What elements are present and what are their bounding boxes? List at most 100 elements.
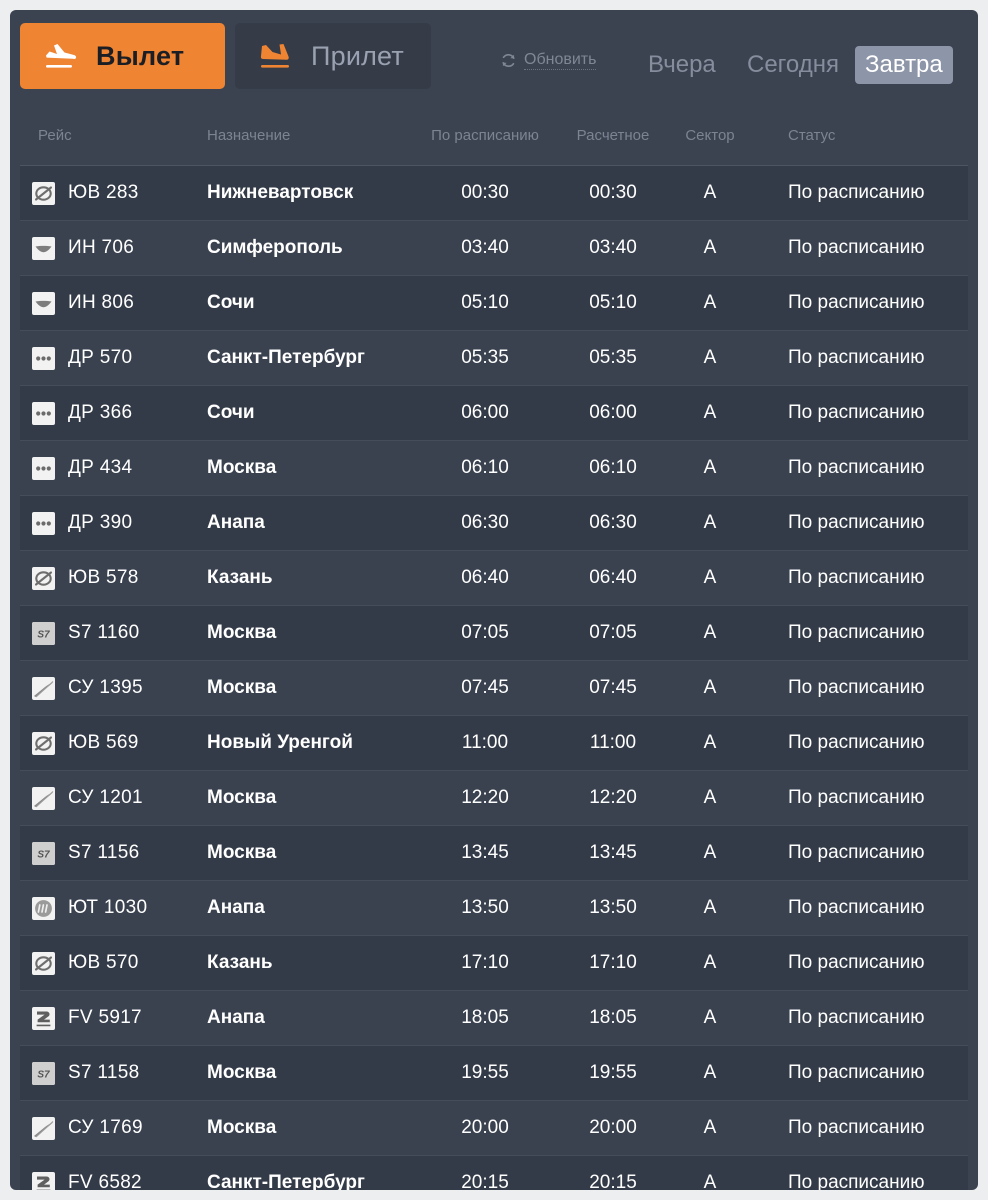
cell-scheduled-time: 03:40 (461, 237, 509, 258)
cell-destination: Москва (207, 787, 277, 808)
cell-status: По расписанию (788, 1062, 925, 1083)
cell-scheduled-time: 13:50 (461, 897, 509, 918)
cell-status: По расписанию (788, 1007, 925, 1028)
table-row[interactable]: ДР 434 Москва 06:10 06:10 A По расписанию (20, 441, 968, 496)
cell-destination: Москва (207, 677, 277, 698)
table-row[interactable]: СУ 1769 Москва 20:00 20:00 A По расписанию (20, 1101, 968, 1156)
cell-sector: A (703, 237, 717, 258)
cell-sector: A (703, 732, 717, 753)
table-row[interactable]: S7 S7 1156 Москва 13:45 13:45 A По расписанию (20, 826, 968, 881)
table-row[interactable]: S7 S7 1160 Москва 07:05 07:05 A По расписанию (20, 606, 968, 661)
cell-flight-number: СУ 1395 (68, 677, 143, 698)
cell-sector: A (703, 842, 717, 863)
table-row[interactable]: FV 5917 Анапа 18:05 18:05 A По расписанию (20, 991, 968, 1046)
utair-logo-icon (32, 897, 55, 920)
cell-estimated-time: 06:10 (589, 457, 637, 478)
rossiya-logo-icon (32, 1007, 55, 1030)
cell-flight-number: ИН 706 (68, 237, 135, 258)
cell-destination: Нижневартовск (207, 182, 354, 203)
cell-flight-number: ЮВ 578 (68, 567, 139, 588)
table-row[interactable]: ЮВ 569 Новый Уренгой 11:00 11:00 A По расписа… (20, 716, 968, 771)
cell-estimated-time: 20:15 (589, 1172, 637, 1190)
table-row[interactable]: ЮТ 1030 Анапа 13:50 13:50 A По расписанию (20, 881, 968, 936)
plane-takeoff-icon (42, 39, 80, 73)
cell-scheduled-time: 19:55 (461, 1062, 509, 1083)
table-row[interactable]: ДР 390 Анапа 06:30 06:30 A По расписанию (20, 496, 968, 551)
cell-scheduled-time: 06:30 (461, 512, 509, 533)
table-row[interactable]: ЮВ 578 Казань 06:40 06:40 A По расписанию (20, 551, 968, 606)
tab-departures[interactable]: Вылет (20, 23, 225, 89)
table-row[interactable]: ДР 570 Санкт-Петербург 05:35 05:35 A По распи… (20, 331, 968, 386)
cell-status: По расписанию (788, 897, 925, 918)
cell-sector: A (703, 1062, 717, 1083)
cell-sector: A (703, 1007, 717, 1028)
dots-logo-icon (32, 402, 55, 425)
cell-flight-number: ЮВ 570 (68, 952, 139, 973)
cell-scheduled-time: 07:45 (461, 677, 509, 698)
cell-estimated-time: 20:00 (589, 1117, 637, 1138)
table-row[interactable]: СУ 1395 Москва 07:45 07:45 A По расписанию (20, 661, 968, 716)
cell-sector: A (703, 567, 717, 588)
s7-logo-icon: S7 (32, 842, 55, 865)
cell-status: По расписанию (788, 732, 925, 753)
azimuth-logo-icon (32, 952, 55, 975)
cell-estimated-time: 17:10 (589, 952, 637, 973)
refresh-button[interactable]: Обновить (500, 51, 597, 70)
cell-scheduled-time: 20:00 (461, 1117, 509, 1138)
cell-flight-number: СУ 1769 (68, 1117, 143, 1138)
cell-flight-number: ИН 806 (68, 292, 135, 313)
cell-flight-number: ЮВ 283 (68, 182, 139, 203)
cell-flight-number: FV 5917 (68, 1007, 142, 1028)
cell-flight-number: FV 6582 (68, 1172, 142, 1190)
table-row[interactable]: ДР 366 Сочи 06:00 06:00 A По расписанию (20, 386, 968, 441)
tab-arrivals[interactable]: Прилет (235, 23, 431, 89)
cell-estimated-time: 00:30 (589, 182, 637, 203)
cell-status: По расписанию (788, 1172, 925, 1190)
cell-scheduled-time: 05:10 (461, 292, 509, 313)
column-header-flight: Рейс (38, 127, 72, 144)
day-today-button[interactable]: Сегодня (737, 46, 849, 84)
cell-sector: A (703, 457, 717, 478)
s7-logo-icon: S7 (32, 1062, 55, 1085)
day-yesterday-button[interactable]: Вчера (638, 46, 726, 84)
svg-text:S7: S7 (37, 630, 50, 641)
cell-sector: A (703, 1172, 717, 1190)
cell-estimated-time: 06:00 (589, 402, 637, 423)
cell-sector: A (703, 347, 717, 368)
cell-destination: Москва (207, 842, 277, 863)
table-row[interactable]: FV 6582 Санкт-Петербург 20:15 20:15 A По расп… (20, 1156, 968, 1190)
cell-scheduled-time: 18:05 (461, 1007, 509, 1028)
cell-flight-number: S7 1160 (68, 622, 140, 643)
table-row[interactable]: СУ 1201 Москва 12:20 12:20 A По расписанию (20, 771, 968, 826)
board-toolbar: Вылет Прилет Обновить Вчера Сегодня Завт… (10, 10, 978, 115)
nordwind-logo-icon (32, 292, 55, 315)
azimuth-logo-icon (32, 567, 55, 590)
cell-scheduled-time: 06:10 (461, 457, 509, 478)
cell-destination: Санкт-Петербург (207, 347, 365, 368)
table-row[interactable]: ИН 706 Симферополь 03:40 03:40 A По расписани… (20, 221, 968, 276)
table-row[interactable]: ИН 806 Сочи 05:10 05:10 A По расписанию (20, 276, 968, 331)
cell-destination: Симферополь (207, 237, 343, 258)
cell-sector: A (703, 677, 717, 698)
day-tomorrow-button[interactable]: Завтра (855, 46, 953, 84)
cell-scheduled-time: 17:10 (461, 952, 509, 973)
cell-estimated-time: 05:10 (589, 292, 637, 313)
cell-estimated-time: 12:20 (589, 787, 637, 808)
table-row[interactable]: S7 S7 1158 Москва 19:55 19:55 A По расписанию (20, 1046, 968, 1101)
column-header-destination: Назначение (207, 127, 291, 144)
cell-status: По расписанию (788, 402, 925, 423)
table-row[interactable]: ЮВ 283 Нижневартовск 00:30 00:30 A По расписа… (20, 166, 968, 221)
cell-estimated-time: 13:45 (589, 842, 637, 863)
cell-sector: A (703, 402, 717, 423)
cell-destination: Сочи (207, 402, 255, 423)
column-header-estimated: Расчетное (576, 127, 650, 144)
cell-scheduled-time: 00:30 (461, 182, 509, 203)
cell-estimated-time: 18:05 (589, 1007, 637, 1028)
s7-logo-icon: S7 (32, 622, 55, 645)
cell-scheduled-time: 06:40 (461, 567, 509, 588)
column-header-sector: Сектор (685, 127, 735, 144)
table-row[interactable]: ЮВ 570 Казань 17:10 17:10 A По расписанию (20, 936, 968, 991)
cell-estimated-time: 07:05 (589, 622, 637, 643)
cell-sector: A (703, 292, 717, 313)
cell-sector: A (703, 787, 717, 808)
